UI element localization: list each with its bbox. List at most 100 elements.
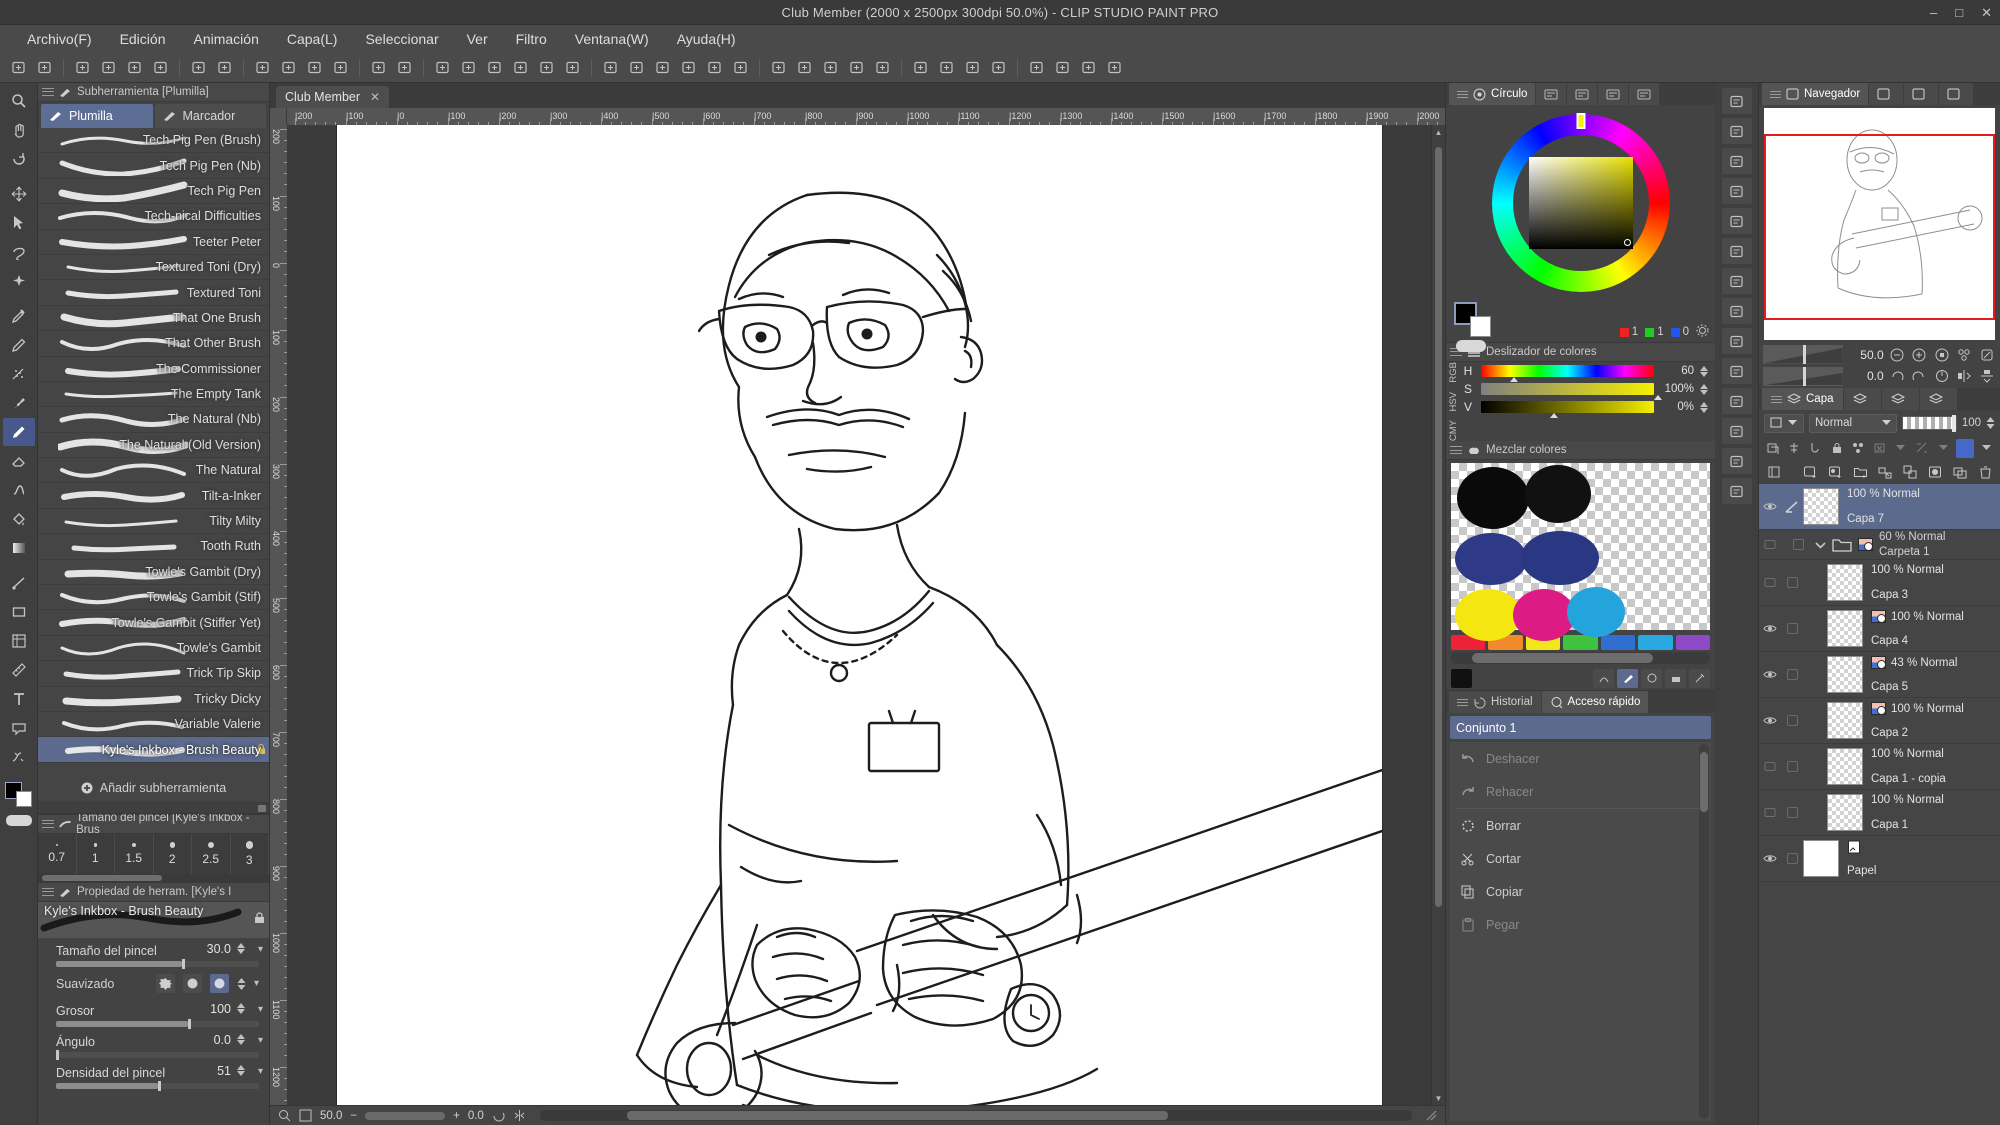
brush-list-item[interactable]: Tech Pig Pen (Brush) <box>38 128 269 154</box>
navigator-tab-navigator-icon[interactable]: Navegador <box>1762 83 1869 105</box>
panel-grip-icon[interactable] <box>42 887 54 898</box>
color-wheel-panel[interactable] <box>1446 105 1715 300</box>
layer-lock-toggle[interactable] <box>1781 560 1803 605</box>
saturation-value-square[interactable] <box>1528 156 1633 249</box>
transfer-down-icon[interactable] <box>1875 463 1895 482</box>
subtool-tab-plumilla[interactable]: Plumilla <box>41 104 153 128</box>
tool-ruler-tool[interactable] <box>3 656 35 684</box>
slider-track[interactable] <box>1481 401 1654 418</box>
layer-opacity-slider[interactable] <box>1902 415 1957 432</box>
command-c1-icon[interactable] <box>598 56 623 80</box>
subtool-scrollbar[interactable] <box>38 803 269 814</box>
mixer-brush-tool[interactable] <box>1617 668 1638 688</box>
layer-lock-toggle[interactable] <box>1781 836 1803 881</box>
panel-grip-icon[interactable] <box>42 819 54 830</box>
command-e3-icon[interactable] <box>1076 56 1101 80</box>
document-tab[interactable]: Club Member ✕ <box>276 86 390 108</box>
tool-rotate-tool[interactable] <box>3 145 35 173</box>
command-grip-icon[interactable] <box>6 56 31 80</box>
mixer-canvas[interactable] <box>1451 463 1710 642</box>
close-button[interactable]: ✕ <box>1981 5 1992 21</box>
mask-chevron-icon[interactable] <box>1892 439 1909 458</box>
rail-history-icon[interactable] <box>1721 208 1752 234</box>
brush-list-item[interactable]: Tricky Dicky <box>38 687 269 712</box>
delete-layer-icon[interactable] <box>1975 463 1995 482</box>
rotate-reset-icon[interactable] <box>1933 367 1951 386</box>
brush-size-scrollbar[interactable] <box>38 874 269 883</box>
menu-item-1[interactable]: Edición <box>107 27 179 51</box>
smoothing-none-button[interactable] <box>155 974 175 993</box>
layer-thumbnail[interactable] <box>1827 656 1863 693</box>
brush-list-item[interactable]: Tech-nical Difficulties <box>38 204 269 230</box>
color-tab-color-approx-icon[interactable] <box>1598 83 1629 105</box>
slider-stepper[interactable] <box>1700 401 1709 413</box>
property-slider[interactable] <box>56 1019 259 1029</box>
layer-row[interactable]: 100 % Normal Capa 1 <box>1759 790 2000 836</box>
command-c2-icon[interactable] <box>624 56 649 80</box>
command-c6-icon[interactable] <box>728 56 753 80</box>
palette-swatch[interactable] <box>1563 635 1598 651</box>
ruler-corner[interactable] <box>270 108 287 125</box>
paper-layer-thumbnail[interactable] <box>1803 840 1839 877</box>
artwork-canvas[interactable] <box>336 125 1431 1105</box>
menu-item-6[interactable]: Filtro <box>503 27 560 51</box>
layer-mask-thumbnail[interactable] <box>1858 538 1873 551</box>
lock-layer-icon[interactable] <box>1828 439 1845 458</box>
sv-marker[interactable] <box>1623 238 1631 246</box>
layer-tab-timeline-icon[interactable] <box>1919 388 1957 410</box>
tool-frame-border-tool[interactable] <box>3 627 35 655</box>
menu-item-0[interactable]: Archivo(F) <box>14 27 105 51</box>
navigator-tab-info-icon[interactable] <box>1939 83 1974 105</box>
navigator-preview[interactable] <box>1764 108 1995 340</box>
brush-list-item[interactable]: Towle's Gambit (Dry) <box>38 560 269 586</box>
property-stepper[interactable] <box>237 1003 245 1014</box>
command-clear-icon[interactable] <box>250 56 275 80</box>
blend-mode-select[interactable]: Normal <box>1809 413 1897 433</box>
eye-icon[interactable] <box>1763 623 1777 634</box>
tool-operation-tool[interactable] <box>3 209 35 237</box>
scroll-down-arrow[interactable]: ▼ <box>1432 1091 1445 1105</box>
color-mode-selector[interactable]: RGB HSV CMY <box>1446 362 1461 441</box>
layer-mask-icon[interactable] <box>1925 463 1945 482</box>
rail-layer-property-icon[interactable] <box>1721 238 1752 264</box>
smoothing-expand-icon[interactable]: ▾ <box>254 978 259 989</box>
rail-animation-cels-icon[interactable] <box>1721 448 1752 474</box>
hue-ring[interactable] <box>1491 112 1670 292</box>
property-expand-icon[interactable]: ▾ <box>258 944 263 955</box>
tool-property-row[interactable]: Tamaño del pincel 30.0 ▾ <box>38 938 269 969</box>
brush-list-item[interactable]: Tilt-a-Inker <box>38 483 269 509</box>
layer-folder-row[interactable]: 60 % Normal Carpeta 1 <box>1759 530 2000 560</box>
command-redo-icon[interactable] <box>212 56 237 80</box>
property-stepper[interactable] <box>237 943 245 954</box>
tool-decoration-tool[interactable] <box>3 743 35 771</box>
brush-list-item[interactable]: Teeter Peter <box>38 230 269 255</box>
brush-list-item[interactable]: The Natural (Old Version) <box>38 433 269 459</box>
layer-visibility-toggle[interactable] <box>1759 698 1781 743</box>
menu-item-7[interactable]: Ventana(W) <box>562 27 662 51</box>
command-b3-icon[interactable] <box>818 56 843 80</box>
brush-list-item[interactable]: The Commissioner <box>38 357 269 382</box>
close-icon[interactable]: ✕ <box>370 90 380 104</box>
brush-list-item[interactable]: Kyle's Inkbox - Brush Beauty <box>38 737 269 763</box>
vertical-scrollbar[interactable]: ▲ ▼ <box>1431 125 1445 1105</box>
brush-list-item[interactable]: Tooth Ruth <box>38 534 269 560</box>
menu-item-4[interactable]: Seleccionar <box>352 27 451 51</box>
command-snap3-icon[interactable] <box>534 56 559 80</box>
layer-mask-thumbnail[interactable] <box>1871 702 1886 715</box>
navigator-rotate-free-icon[interactable] <box>1978 345 1996 364</box>
brush-size-preset[interactable]: 0.7 <box>38 834 77 874</box>
palette-swatch[interactable] <box>1638 635 1673 651</box>
layer-row[interactable]: 100 % Normal Capa 4 <box>1759 606 2000 652</box>
layer-row[interactable]: 100 % Normal Capa 7 <box>1759 484 2000 530</box>
rail-navigator-icon[interactable] <box>1721 118 1752 144</box>
eye-off-icon[interactable] <box>1764 539 1776 550</box>
layer-visibility-toggle[interactable] <box>1759 560 1781 605</box>
command-d2-icon[interactable] <box>934 56 959 80</box>
navigator-zoom-slider[interactable] <box>1763 345 1843 365</box>
mask-enable-icon[interactable] <box>1871 439 1888 458</box>
command-grid-icon[interactable] <box>430 56 455 80</box>
command-b2-icon[interactable] <box>792 56 817 80</box>
panel-grip-icon[interactable] <box>1771 395 1782 404</box>
layer-visibility-toggle[interactable] <box>1759 606 1781 651</box>
slider-track[interactable] <box>1481 383 1662 400</box>
